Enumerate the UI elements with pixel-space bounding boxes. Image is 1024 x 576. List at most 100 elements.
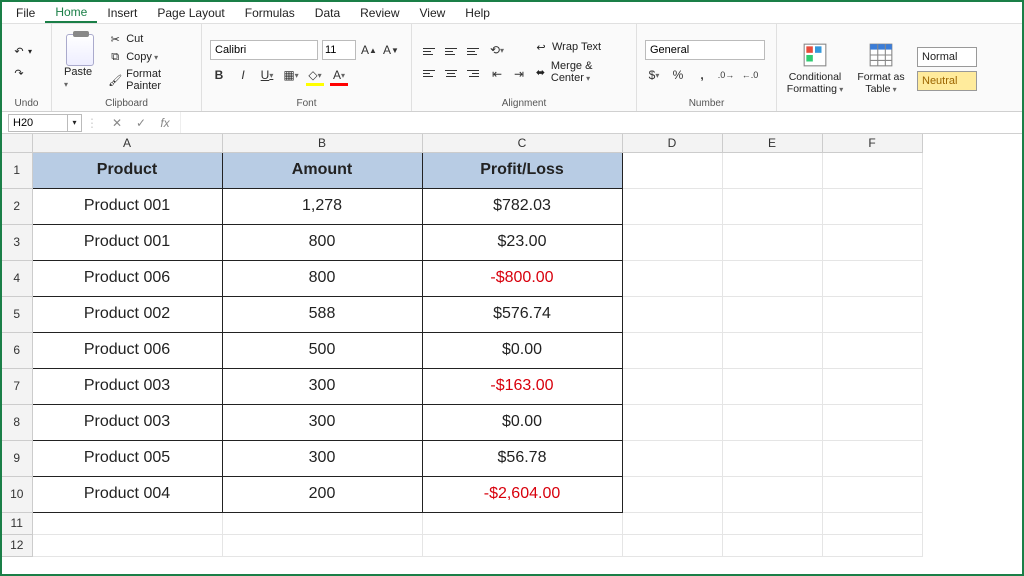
- column-header-c[interactable]: C: [422, 134, 622, 152]
- cell-e9[interactable]: [722, 440, 822, 476]
- cell-b12[interactable]: [222, 534, 422, 556]
- cell-d3[interactable]: [622, 224, 722, 260]
- row-header-1[interactable]: 1: [2, 152, 32, 188]
- cell-f6[interactable]: [822, 332, 922, 368]
- cell-b11[interactable]: [222, 512, 422, 534]
- cell-d2[interactable]: [622, 188, 722, 224]
- menu-insert[interactable]: Insert: [97, 4, 147, 22]
- currency-button[interactable]: $: [645, 66, 663, 84]
- cell-c2[interactable]: $782.03: [422, 188, 622, 224]
- cell-e12[interactable]: [722, 534, 822, 556]
- row-header-10[interactable]: 10: [2, 476, 32, 512]
- cell-f4[interactable]: [822, 260, 922, 296]
- cell-a4[interactable]: Product 006: [32, 260, 222, 296]
- align-top-button[interactable]: [420, 42, 438, 60]
- cell-e7[interactable]: [722, 368, 822, 404]
- cell-f8[interactable]: [822, 404, 922, 440]
- italic-button[interactable]: I: [234, 66, 252, 84]
- cancel-formula-icon[interactable]: ✕: [108, 114, 126, 132]
- cell-e11[interactable]: [722, 512, 822, 534]
- cell-a8[interactable]: Product 003: [32, 404, 222, 440]
- spreadsheet-grid[interactable]: ABCDEF1 Product Amount Profit/Loss 2 Pro…: [2, 134, 1022, 574]
- comma-button[interactable]: ,: [693, 66, 711, 84]
- menu-file[interactable]: File: [6, 4, 45, 22]
- cell-f7[interactable]: [822, 368, 922, 404]
- cell-c4[interactable]: -$800.00: [422, 260, 622, 296]
- cell-a10[interactable]: Product 004: [32, 476, 222, 512]
- cell-d12[interactable]: [622, 534, 722, 556]
- row-header-11[interactable]: 11: [2, 512, 32, 534]
- cell-f3[interactable]: [822, 224, 922, 260]
- row-header-9[interactable]: 9: [2, 440, 32, 476]
- cell-c9[interactable]: $56.78: [422, 440, 622, 476]
- increase-indent-button[interactable]: ⇥: [510, 65, 528, 83]
- cell-e6[interactable]: [722, 332, 822, 368]
- cell-e1[interactable]: [722, 152, 822, 188]
- cell-e4[interactable]: [722, 260, 822, 296]
- row-header-4[interactable]: 4: [2, 260, 32, 296]
- cell-c6[interactable]: $0.00: [422, 332, 622, 368]
- cell-d10[interactable]: [622, 476, 722, 512]
- format-as-table-button[interactable]: Format as Table: [851, 42, 911, 95]
- increase-font-icon[interactable]: A▲: [360, 41, 378, 59]
- cell-c1[interactable]: Profit/Loss: [422, 152, 622, 188]
- conditional-formatting-button[interactable]: Conditional Formatting: [785, 42, 845, 95]
- undo-button[interactable]: ↶▾: [10, 42, 34, 60]
- align-middle-button[interactable]: [442, 42, 460, 60]
- cell-a11[interactable]: [32, 512, 222, 534]
- cell-a12[interactable]: [32, 534, 222, 556]
- cell-d1[interactable]: [622, 152, 722, 188]
- paste-button[interactable]: Paste: [60, 34, 99, 90]
- cell-b6[interactable]: 500: [222, 332, 422, 368]
- cell-f1[interactable]: [822, 152, 922, 188]
- select-all-corner[interactable]: [2, 134, 32, 152]
- row-header-12[interactable]: 12: [2, 534, 32, 556]
- enter-formula-icon[interactable]: ✓: [132, 114, 150, 132]
- cell-f10[interactable]: [822, 476, 922, 512]
- underline-button[interactable]: U: [258, 66, 276, 84]
- cell-c3[interactable]: $23.00: [422, 224, 622, 260]
- cell-e8[interactable]: [722, 404, 822, 440]
- name-box-dropdown[interactable]: ▾: [68, 114, 82, 132]
- cell-a2[interactable]: Product 001: [32, 188, 222, 224]
- menu-data[interactable]: Data: [305, 4, 350, 22]
- cell-b5[interactable]: 588: [222, 296, 422, 332]
- redo-button[interactable]: ↷: [10, 64, 34, 82]
- row-header-7[interactable]: 7: [2, 368, 32, 404]
- cell-d8[interactable]: [622, 404, 722, 440]
- cell-d6[interactable]: [622, 332, 722, 368]
- cell-a9[interactable]: Product 005: [32, 440, 222, 476]
- format-painter-button[interactable]: 🖌Format Painter: [105, 67, 193, 93]
- align-left-button[interactable]: [420, 64, 438, 82]
- menu-view[interactable]: View: [410, 4, 456, 22]
- cell-e3[interactable]: [722, 224, 822, 260]
- cell-f5[interactable]: [822, 296, 922, 332]
- cell-b10[interactable]: 200: [222, 476, 422, 512]
- align-right-button[interactable]: [464, 64, 482, 82]
- cell-d5[interactable]: [622, 296, 722, 332]
- cell-d4[interactable]: [622, 260, 722, 296]
- copy-button[interactable]: ⧉Copy: [105, 49, 193, 65]
- menu-formulas[interactable]: Formulas: [235, 4, 305, 22]
- column-header-e[interactable]: E: [722, 134, 822, 152]
- cell-c12[interactable]: [422, 534, 622, 556]
- row-header-3[interactable]: 3: [2, 224, 32, 260]
- font-color-button[interactable]: A: [330, 66, 348, 84]
- row-header-8[interactable]: 8: [2, 404, 32, 440]
- cell-c8[interactable]: $0.00: [422, 404, 622, 440]
- menu-review[interactable]: Review: [350, 4, 409, 22]
- cell-e10[interactable]: [722, 476, 822, 512]
- cell-a7[interactable]: Product 003: [32, 368, 222, 404]
- increase-decimal-button[interactable]: .0→: [717, 66, 735, 84]
- decrease-decimal-button[interactable]: ←.0: [741, 66, 759, 84]
- row-header-2[interactable]: 2: [2, 188, 32, 224]
- align-center-button[interactable]: [442, 64, 460, 82]
- align-bottom-button[interactable]: [464, 42, 482, 60]
- name-box[interactable]: [8, 114, 68, 132]
- cell-c11[interactable]: [422, 512, 622, 534]
- wrap-text-button[interactable]: ↩Wrap Text: [534, 40, 628, 54]
- cell-a6[interactable]: Product 006: [32, 332, 222, 368]
- menu-home[interactable]: Home: [45, 3, 97, 23]
- cell-e5[interactable]: [722, 296, 822, 332]
- column-header-d[interactable]: D: [622, 134, 722, 152]
